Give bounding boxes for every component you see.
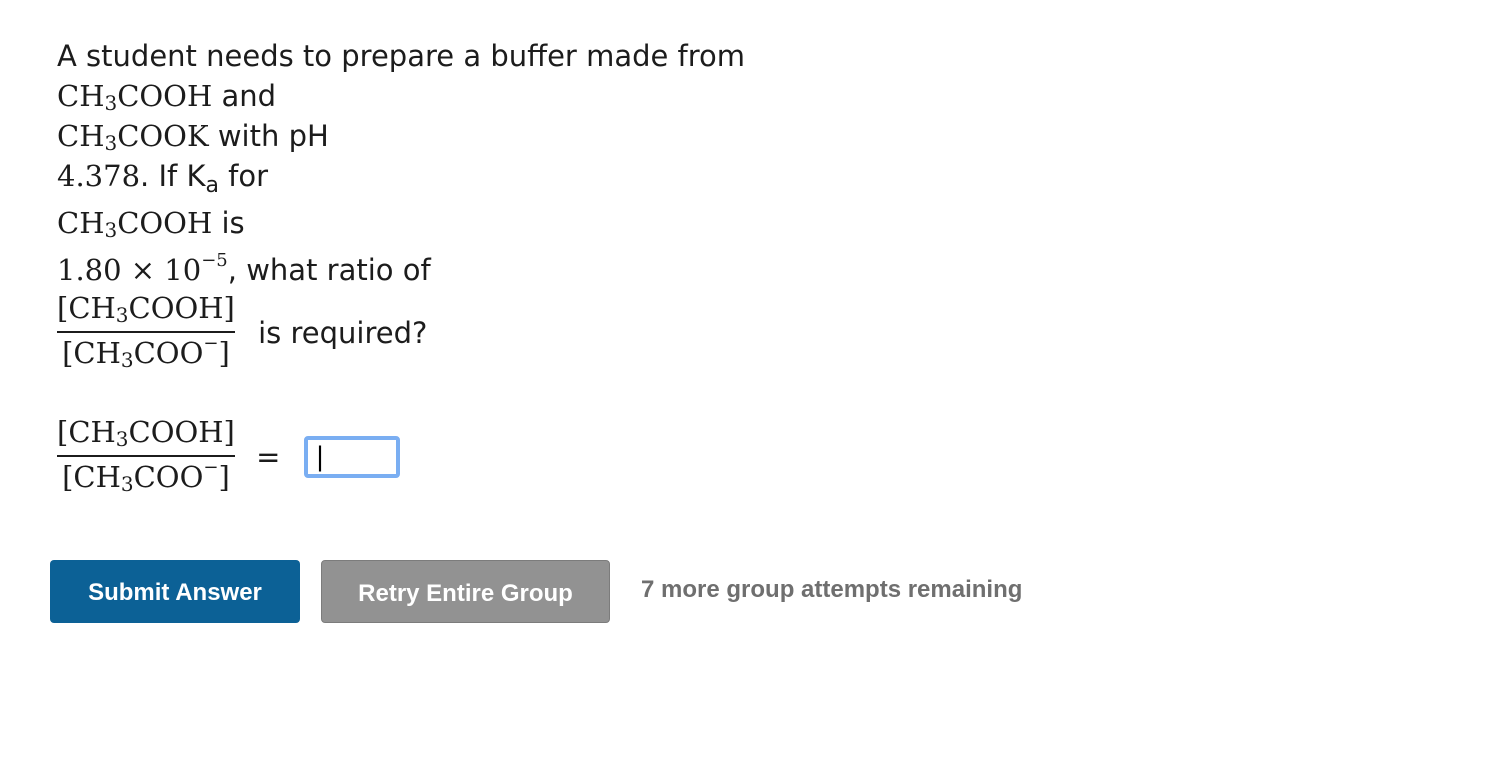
question-text: A student needs to prepare a buffer made…: [57, 36, 817, 290]
fraction-denominator: [CH3COO−]: [62, 333, 230, 372]
question-ratio-row: [CH3COOH] [CH3COO−] is required?: [57, 290, 427, 376]
question-line-1: A student needs to prepare a buffer made…: [57, 36, 817, 76]
fraction-numerator: [CH3COOH]: [57, 291, 235, 327]
retry-entire-group-button[interactable]: Retry Entire Group: [321, 560, 610, 623]
with-ph-text: with pH: [208, 119, 329, 153]
question-ratio-fraction: [CH3COOH] [CH3COO−]: [57, 290, 235, 376]
question-intro: A student needs to prepare a buffer made…: [57, 39, 746, 73]
question-line-6: 1.80 × 10−5, what ratio of: [57, 250, 817, 290]
question-line-5: CH3COOH is: [57, 203, 817, 243]
answer-ratio-fraction: [CH3COOH] [CH3COO−]: [57, 414, 235, 500]
question-line-2: CH3COOH and: [57, 76, 817, 116]
answer-fraction-denominator: [CH3COO−]: [62, 457, 230, 496]
salt-formula: CH3COOK: [57, 119, 209, 155]
ka-subscript: a: [205, 173, 219, 198]
what-ratio-text: , what ratio of: [227, 253, 431, 287]
answer-input[interactable]: [303, 436, 400, 478]
answer-row: [CH3COOH] [CH3COO−] =: [57, 414, 400, 500]
for-text: for: [218, 159, 269, 193]
question-line-3: CH3COOK with pH: [57, 116, 817, 156]
ph-value: 4.378: [57, 159, 141, 193]
acid-formula-2: CH3COOH: [57, 206, 213, 242]
question-line-4: 4.378. If Ka for: [57, 156, 817, 198]
equals-sign: =: [256, 440, 281, 474]
if-ka-text: . If K: [140, 159, 206, 193]
is-text: is: [212, 206, 245, 240]
ka-value: 1.80 × 10−5: [57, 250, 228, 287]
answer-fraction-numerator: [CH3COOH]: [57, 415, 235, 451]
acid-formula: CH3COOH: [57, 79, 213, 115]
is-required-text: is required?: [258, 316, 428, 350]
submit-answer-button[interactable]: Submit Answer: [50, 560, 300, 623]
and-text: and: [212, 79, 277, 113]
attempts-remaining-text: 7 more group attempts remaining: [641, 576, 1023, 603]
